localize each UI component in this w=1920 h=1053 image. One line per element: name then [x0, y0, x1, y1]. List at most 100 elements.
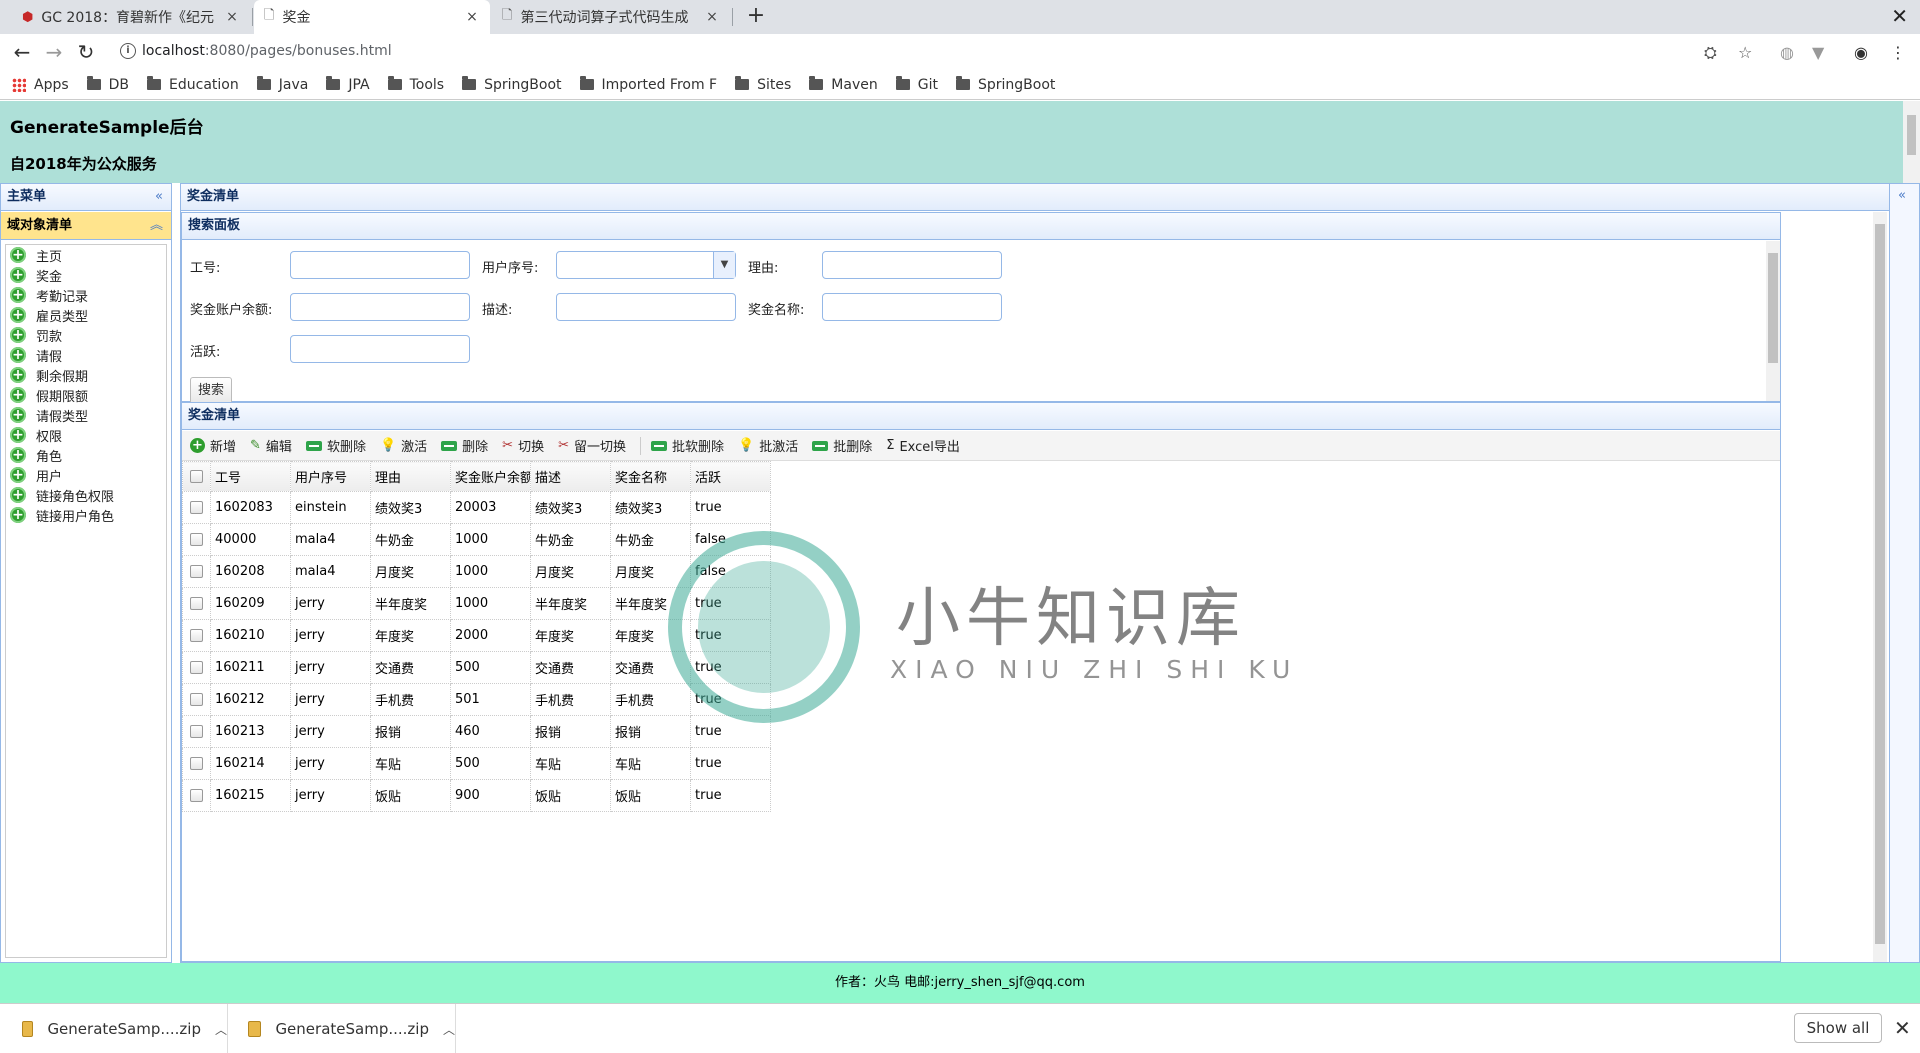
- bookmark-star-icon[interactable]: ☆: [1738, 43, 1752, 62]
- sidebar-item-user[interactable]: + 用户: [6, 465, 166, 485]
- bookmark-folder[interactable]: Maven: [809, 76, 878, 93]
- table-row[interactable]: 160214 jerry 车贴 500 车贴 车贴 true: [182, 747, 771, 780]
- search-button[interactable]: 搜索: [190, 377, 232, 405]
- accordion-header-domain-objects[interactable]: 域对象清单 ︽: [1, 212, 171, 240]
- tab-gc2018[interactable]: ⬢ GC 2018：育碧新作《纪元 ×: [12, 0, 250, 34]
- sidebar-item-employee-type[interactable]: + 雇员类型: [6, 305, 166, 325]
- delete-button[interactable]: 删除: [441, 436, 488, 455]
- row-checkbox[interactable]: [190, 725, 203, 738]
- column-header[interactable]: 奖金名称: [610, 461, 691, 492]
- address-bar[interactable]: i localhost:8080/pages/bonuses.html ⛭ ☆ …: [106, 38, 1906, 66]
- desc-input[interactable]: [556, 293, 736, 321]
- row-checkbox[interactable]: [190, 501, 203, 514]
- collapse-up-icon[interactable]: ︽: [150, 212, 163, 240]
- sidebar-item-user-role[interactable]: + 链接用户角色: [6, 505, 166, 525]
- user-seq-select[interactable]: ▼: [556, 251, 736, 279]
- reason-input[interactable]: [822, 251, 1002, 279]
- sidebar-item-privilege[interactable]: + 权限: [6, 425, 166, 445]
- active-input[interactable]: [290, 335, 470, 363]
- sidebar-item-fine[interactable]: + 罚款: [6, 325, 166, 345]
- scrollbar-thumb[interactable]: [1907, 115, 1916, 155]
- table-row[interactable]: 160210 jerry 年度奖 2000 年度奖 年度奖 true: [182, 619, 771, 652]
- bookmark-folder[interactable]: Education: [147, 76, 239, 93]
- profile-avatar-icon[interactable]: ◉: [1854, 43, 1868, 62]
- row-checkbox[interactable]: [190, 757, 203, 770]
- bookmark-folder[interactable]: Imported From F: [579, 76, 717, 93]
- batch-activate-button[interactable]: 💡 批激活: [738, 436, 798, 455]
- sidebar-item-bonus[interactable]: + 奖金: [6, 265, 166, 285]
- table-row[interactable]: 1602083 einstein 绩效奖3 20003 绩效奖3 绩效奖3 true: [182, 491, 771, 524]
- close-tab-icon[interactable]: ×: [464, 9, 480, 25]
- bookmark-folder[interactable]: Tools: [387, 76, 444, 93]
- table-row[interactable]: 40000 mala4 牛奶金 1000 牛奶金 牛奶金 false: [182, 523, 771, 556]
- bookmark-folder[interactable]: SpringBoot: [462, 76, 562, 93]
- sidebar-item-leave-type[interactable]: + 请假类型: [6, 405, 166, 425]
- extension-v-icon[interactable]: ▼: [1812, 43, 1824, 62]
- close-downloads-icon[interactable]: ✕: [1894, 1016, 1911, 1040]
- window-close-icon[interactable]: ✕: [1891, 4, 1908, 28]
- table-row[interactable]: 160213 jerry 报销 460 报销 报销 true: [182, 715, 771, 748]
- sidebar-item-attendance[interactable]: + 考勤记录: [6, 285, 166, 305]
- new-tab-button[interactable]: +: [742, 0, 770, 34]
- row-checkbox[interactable]: [190, 597, 203, 610]
- balance-input[interactable]: [290, 293, 470, 321]
- site-info-icon[interactable]: i: [120, 43, 136, 59]
- chevron-up-icon[interactable]: ︿: [215, 1021, 227, 1038]
- back-arrow-icon[interactable]: ←: [10, 40, 34, 64]
- forward-arrow-icon[interactable]: →: [42, 40, 66, 64]
- download-item[interactable]: GenerateSamp....zip ︿: [0, 1004, 228, 1053]
- row-checkbox[interactable]: [190, 565, 203, 578]
- column-header[interactable]: 工号: [210, 461, 291, 492]
- column-header[interactable]: 描述: [530, 461, 611, 492]
- bookmark-folder[interactable]: Java: [256, 76, 308, 93]
- extension-icon[interactable]: ◍: [1780, 43, 1794, 62]
- column-header[interactable]: 活跃: [690, 461, 771, 492]
- url-text[interactable]: localhost:8080/pages/bonuses.html: [142, 43, 392, 59]
- sidebar-item-leave-limit[interactable]: + 假期限额: [6, 385, 166, 405]
- excel-export-button[interactable]: Σ Excel导出: [886, 436, 960, 455]
- sidebar-item-role-privilege[interactable]: + 链接角色权限: [6, 485, 166, 505]
- bookmark-folder[interactable]: Git: [895, 76, 938, 93]
- chevron-up-icon[interactable]: ︿: [443, 1021, 455, 1038]
- edit-button[interactable]: ✎ 编辑: [250, 436, 292, 455]
- translate-icon[interactable]: ⛭: [1704, 43, 1717, 63]
- toggle-one-button[interactable]: ✂ 留一切换: [558, 436, 626, 455]
- batch-delete-button[interactable]: 批删除: [812, 436, 872, 455]
- page-scrollbar[interactable]: [1903, 101, 1920, 183]
- close-tab-icon[interactable]: ×: [224, 9, 240, 25]
- row-checkbox[interactable]: [190, 629, 203, 642]
- chevron-down-icon[interactable]: ▼: [713, 252, 735, 278]
- close-tab-icon[interactable]: ×: [704, 9, 720, 25]
- browser-menu-icon[interactable]: ⋮: [1890, 43, 1906, 62]
- bookmark-apps[interactable]: Apps: [12, 77, 69, 93]
- table-row[interactable]: 160209 jerry 半年度奖 1000 半年度奖 半年度奖 true: [182, 587, 771, 620]
- tab-codegen[interactable]: 🗋 第三代动词算子式代码生成 ×: [492, 0, 730, 34]
- toggle-button[interactable]: ✂ 切换: [502, 436, 544, 455]
- column-header[interactable]: 奖金账户余额: [450, 461, 531, 492]
- bonus-name-input[interactable]: [822, 293, 1002, 321]
- content-scrollbar[interactable]: [1873, 212, 1887, 962]
- select-all-checkbox[interactable]: [190, 470, 203, 483]
- soft-delete-button[interactable]: 软删除: [305, 436, 366, 455]
- batch-soft-delete-button[interactable]: 批软删除: [651, 436, 724, 455]
- column-header[interactable]: 用户序号: [290, 461, 371, 492]
- table-row[interactable]: 160211 jerry 交通费 500 交通费 交通费 true: [182, 651, 771, 684]
- sidebar-item-home[interactable]: + 主页: [6, 245, 166, 265]
- bookmark-folder[interactable]: SpringBoot: [955, 76, 1055, 93]
- tab-bonuses[interactable]: 🗋 奖金 ×: [254, 0, 490, 34]
- table-row[interactable]: 160215 jerry 饭贴 900 饭贴 饭贴 true: [182, 779, 771, 812]
- expand-left-icon[interactable]: «: [1898, 188, 1906, 203]
- scrollbar-thumb[interactable]: [1768, 253, 1778, 363]
- sidebar-item-leave[interactable]: + 请假: [6, 345, 166, 365]
- table-row[interactable]: 160208 mala4 月度奖 1000 月度奖 月度奖 false: [182, 555, 771, 588]
- activate-button[interactable]: 💡 激活: [380, 436, 427, 455]
- row-checkbox[interactable]: [190, 533, 203, 546]
- row-checkbox[interactable]: [190, 661, 203, 674]
- collapse-left-icon[interactable]: «: [155, 184, 163, 210]
- bookmark-folder[interactable]: DB: [86, 76, 129, 93]
- bookmark-folder[interactable]: Sites: [735, 76, 791, 93]
- sidebar-item-role[interactable]: + 角色: [6, 445, 166, 465]
- sidebar-item-remaining-leave[interactable]: + 剩余假期: [6, 365, 166, 385]
- row-checkbox[interactable]: [190, 693, 203, 706]
- bookmark-folder[interactable]: JPA: [326, 76, 370, 93]
